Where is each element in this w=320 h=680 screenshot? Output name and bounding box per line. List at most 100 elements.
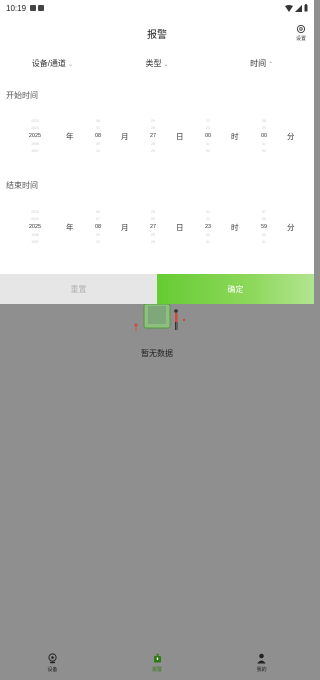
- camera-icon: [48, 653, 57, 664]
- filter-type-label: 类型: [145, 58, 162, 68]
- filter-type[interactable]: 类型 ⌄: [105, 58, 210, 69]
- nav-device-label: 设备: [47, 667, 58, 673]
- battery-icon: [304, 4, 308, 12]
- alarm-bell-icon: [153, 653, 161, 663]
- chevron-up-icon: ⌃: [268, 61, 274, 68]
- start-day-selected: 27: [149, 132, 157, 139]
- wheel-value: 2024: [31, 125, 39, 130]
- wheel-value: 58: [262, 216, 266, 221]
- year-unit: 年: [66, 222, 74, 232]
- wheel-value: 58: [262, 118, 266, 123]
- end-day-wheel[interactable]: 25 26 27 28 29: [141, 199, 165, 255]
- start-minute-wheel[interactable]: 58 59 00 01 02: [252, 108, 276, 164]
- start-day-wheel[interactable]: 25 26 27 28 29: [141, 108, 165, 164]
- nav-device[interactable]: 设备: [0, 653, 105, 673]
- wifi-icon: [285, 4, 293, 12]
- wheel-value: 01: [206, 239, 210, 244]
- status-bar: 10:19: [0, 0, 314, 16]
- app-notification-icon: [38, 5, 45, 11]
- wheel-value: 00: [262, 232, 266, 237]
- wheel-value: 01: [262, 239, 266, 244]
- image-notification-icon: [30, 5, 37, 11]
- end-year-wheel[interactable]: 2023 2024 2025 1996 1997: [23, 199, 47, 255]
- start-hour-wheel[interactable]: 22 23 00 01 02: [196, 108, 220, 164]
- filter-device-channel[interactable]: 设备/通道 ⌄: [0, 58, 105, 69]
- year-unit: 年: [66, 131, 74, 141]
- wheel-value: 28: [151, 232, 155, 237]
- filter-time-label: 时间: [250, 58, 267, 68]
- wheel-value: 23: [206, 125, 210, 130]
- header: 报警 设置: [0, 16, 314, 50]
- chevron-down-icon: ⌄: [67, 61, 73, 68]
- empty-state-text: 暂无数据: [141, 349, 173, 358]
- start-hour-selected: 00: [204, 132, 212, 139]
- start-year-selected: 2025: [28, 132, 42, 139]
- filter-bar: 设备/通道 ⌄ 类型 ⌄ 时间 ⌃: [0, 50, 314, 76]
- wheel-value: 25: [151, 118, 155, 123]
- day-unit: 日: [176, 131, 184, 141]
- day-unit: 日: [176, 222, 184, 232]
- wheel-value: 26: [151, 216, 155, 221]
- wheel-value: 01: [262, 141, 266, 146]
- gear-icon: [296, 24, 306, 34]
- wheel-value: 26: [151, 125, 155, 130]
- wheel-value: 25: [151, 209, 155, 214]
- start-year-wheel[interactable]: 2023 2024 2025 1996 1997: [23, 108, 47, 164]
- signal-icon: [295, 4, 302, 12]
- chevron-down-icon: ⌄: [163, 61, 169, 68]
- month-unit: 月: [121, 222, 129, 232]
- settings-button[interactable]: 设置: [296, 24, 306, 42]
- wheel-value: 00: [206, 232, 210, 237]
- wheel-value: 2024: [31, 216, 39, 221]
- end-time-picker: 2023 2024 2025 1996 1997 年 06 07 08 09 1…: [0, 199, 314, 255]
- panel-buttons: 重置 确定: [0, 274, 314, 304]
- wheel-value: 01: [206, 141, 210, 146]
- status-time: 10:19: [6, 3, 27, 13]
- notification-icons: [30, 5, 45, 11]
- wheel-value: 09: [96, 232, 100, 237]
- wheel-value: 22: [206, 118, 210, 123]
- end-hour-wheel[interactable]: 21 22 23 00 01: [196, 199, 220, 255]
- minute-unit: 分: [287, 131, 295, 141]
- wheel-value: 02: [262, 148, 266, 153]
- wheel-value: 21: [206, 209, 210, 214]
- wheel-value: 2023: [31, 118, 39, 123]
- filter-time[interactable]: 时间 ⌃: [209, 58, 314, 69]
- end-month-selected: 08: [94, 223, 102, 230]
- reset-button[interactable]: 重置: [0, 274, 157, 304]
- end-day-selected: 27: [149, 223, 157, 230]
- person-icon: [257, 653, 266, 664]
- wheel-value: 06: [96, 118, 100, 123]
- end-month-wheel[interactable]: 06 07 08 09 10: [86, 199, 110, 255]
- month-unit: 月: [121, 131, 129, 141]
- wheel-value: 10: [96, 148, 100, 153]
- start-time-label: 开始时间: [6, 91, 38, 100]
- start-month-selected: 08: [94, 132, 102, 139]
- wheel-value: 28: [151, 141, 155, 146]
- wheel-value: 02: [206, 148, 210, 153]
- nav-mine[interactable]: 我的: [209, 653, 314, 673]
- wheel-value: 2023: [31, 209, 39, 214]
- wheel-value: 06: [96, 209, 100, 214]
- wheel-value: 1996: [31, 232, 39, 237]
- end-minute-wheel[interactable]: 57 58 59 00 01: [252, 199, 276, 255]
- status-right-icons: [285, 4, 308, 12]
- empty-illustration: [134, 304, 186, 331]
- wheel-value: 29: [151, 239, 155, 244]
- start-month-wheel[interactable]: 06 07 08 09 10: [86, 108, 110, 164]
- hour-unit: 时: [231, 131, 239, 141]
- nav-alarm[interactable]: 报警: [105, 653, 210, 673]
- wheel-value: 10: [96, 239, 100, 244]
- wheel-value: 09: [96, 141, 100, 146]
- wheel-value: 22: [206, 216, 210, 221]
- start-time-picker: 2023 2024 2025 1996 1997 年 06 07 08 09 1…: [0, 108, 314, 164]
- filter-device-label: 设备/通道: [31, 58, 66, 68]
- end-year-selected: 2025: [28, 223, 42, 230]
- wheel-value: 57: [262, 209, 266, 214]
- time-filter-panel: 开始时间 2023 2024 2025 1996 1997 年 06 07 08…: [0, 76, 314, 274]
- wheel-value: 07: [96, 216, 100, 221]
- wheel-value: 1997: [31, 148, 39, 153]
- confirm-button[interactable]: 确定: [157, 274, 314, 304]
- bottom-nav: 设备 报警 我的: [0, 646, 314, 680]
- start-minute-selected: 00: [260, 132, 268, 139]
